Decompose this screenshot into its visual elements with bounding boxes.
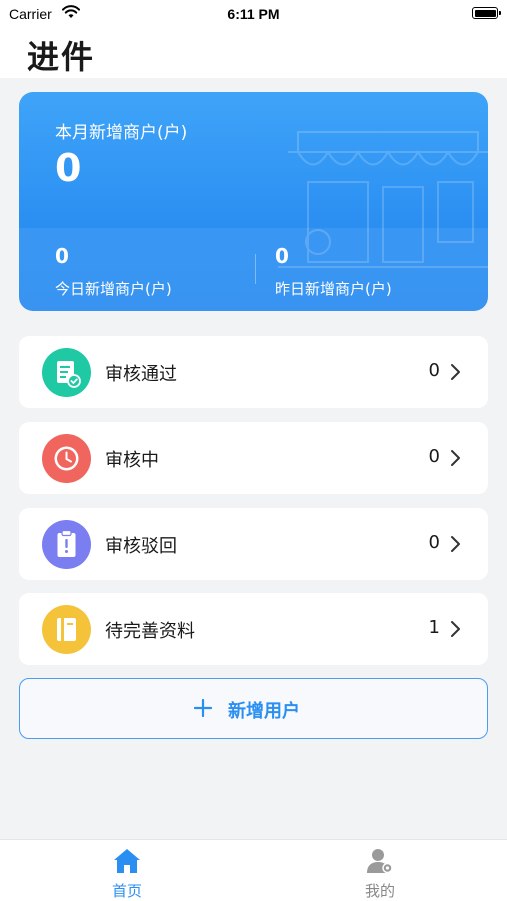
folder-icon [42,605,91,654]
list-item-label: 审核驳回 [105,536,177,557]
yesterday-new-merchants-label: 昨日新增商户(户) [275,280,392,298]
tab-home-label: 首页 [111,882,142,900]
add-user-button[interactable]: 新增用户 [19,678,488,739]
page-title: 进件 [27,38,96,76]
tab-mine-label: 我的 [364,882,395,900]
clock-time: 6:11 PM [227,6,280,22]
chevron-right-icon [451,364,460,380]
list-item-count: 0 [428,360,440,381]
month-new-merchants-label: 本月新增商户(户) [55,123,188,143]
clipboard-alert-icon [42,520,91,569]
user-gear-icon [367,849,393,874]
today-new-merchants-label: 今日新增商户(户) [55,280,172,298]
document-check-icon [42,348,91,397]
month-new-merchants-value: 0 [55,146,82,190]
list-item-rejected[interactable]: 审核驳回 0 [19,508,488,580]
list-item-approved[interactable]: 审核通过 0 [19,336,488,408]
stats-divider [255,254,256,284]
list-item-label: 待完善资料 [105,621,195,642]
tab-home[interactable]: 首页 [47,840,207,901]
tab-mine[interactable]: 我的 [300,840,460,901]
chevron-right-icon [451,536,460,552]
plus-icon [194,699,212,717]
today-new-merchants-value: 0 [55,244,69,268]
tab-bar: 首页 我的 [0,839,507,901]
add-user-label: 新增用户 [228,701,300,722]
battery-icon [472,7,501,19]
list-item-count: 0 [428,532,440,553]
list-item-pending-info[interactable]: 待完善资料 1 [19,593,488,665]
chevron-right-icon [451,450,460,466]
clock-icon [42,434,91,483]
status-bar: Carrier 6:11 PM [0,0,507,30]
list-item-count: 0 [428,446,440,467]
stats-card: 本月新增商户(户) 0 0 今日新增商户(户) 0 昨日新增商户(户) [19,92,488,311]
home-icon [114,849,140,873]
yesterday-new-merchants-value: 0 [275,244,289,268]
page-header: 进件 [0,30,507,78]
list-item-label: 审核中 [105,450,159,471]
list-item-in-review[interactable]: 审核中 0 [19,422,488,494]
list-item-label: 审核通过 [105,364,177,385]
list-item-count: 1 [428,617,440,638]
chevron-right-icon [451,621,460,637]
